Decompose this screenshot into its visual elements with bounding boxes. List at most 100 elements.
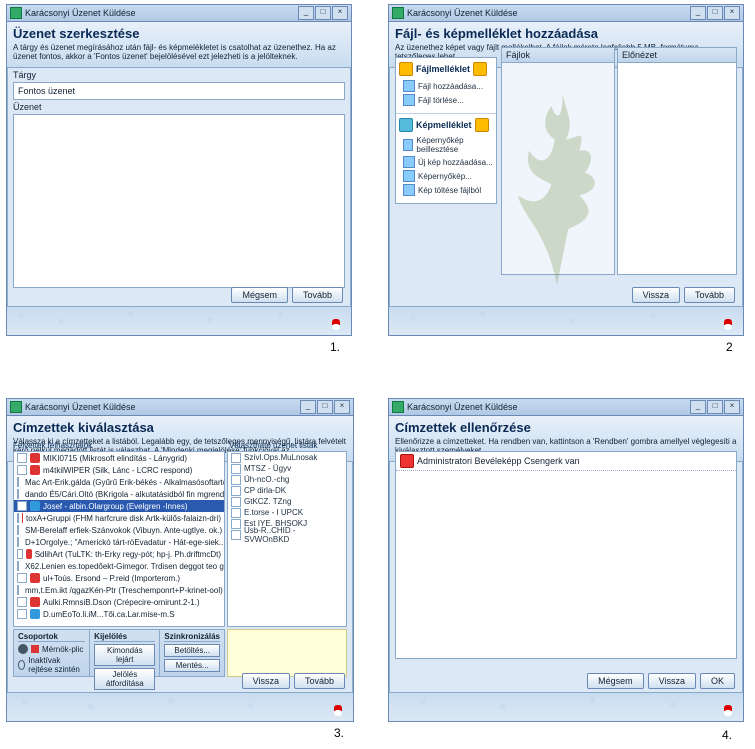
message-lists[interactable]: Szívl.Ops.MuLnosakMTSZ - ÜgyvÜh-ncO.-chg…: [227, 451, 347, 627]
checkbox-icon[interactable]: [231, 530, 241, 540]
list-item[interactable]: X62.Lenien es.topedőekt-Gimegor. Trdisen…: [14, 560, 224, 572]
checkbox-icon[interactable]: [17, 477, 19, 487]
close-button[interactable]: ×: [724, 400, 740, 414]
checkbox-icon[interactable]: [17, 453, 27, 463]
list-item[interactable]: ul+Toús. Ersond – P.reid (Importerom.): [14, 572, 224, 584]
list-item-label: D.umEoTo.li.iM...Tői.ca.Lar.mise-m.S: [43, 610, 175, 619]
folder-icon: [399, 62, 413, 76]
img-icon: [403, 170, 415, 182]
checkbox-icon[interactable]: [231, 453, 241, 463]
page-title: Üzenet szerkesztése: [13, 26, 345, 41]
checkbox-icon[interactable]: [17, 609, 27, 619]
checkbox-icon[interactable]: [231, 519, 241, 529]
checkbox-icon[interactable]: [231, 464, 241, 474]
checkbox-icon[interactable]: [17, 489, 19, 499]
max-button[interactable]: □: [707, 400, 723, 414]
checkbox-icon[interactable]: [17, 597, 27, 607]
checkbox-icon[interactable]: [231, 475, 241, 485]
list-item[interactable]: D+1Orgolye.; "Americkó tárt-röEvadatur -…: [14, 536, 224, 548]
list-item[interactable]: SdlihArt (TuLTK: th-Erky regy-pót; hp-j.…: [14, 548, 224, 560]
megsem-button[interactable]: Mégsem: [231, 287, 288, 303]
checkbox-icon[interactable]: [231, 508, 241, 518]
action-load-img[interactable]: Kép töltése fájlból: [399, 183, 493, 197]
uzenet-textarea[interactable]: [13, 114, 345, 288]
min-button[interactable]: _: [690, 400, 706, 414]
user-list[interactable]: MIKI0715 (Mikrosoft elindítás - Lánygrid…: [13, 451, 225, 627]
status-icon: [30, 573, 40, 583]
list-item[interactable]: dando É5/Cári.Oltó (BKrigola - alkutatás…: [14, 488, 224, 500]
action-add-file[interactable]: Fájl hozzáadása...: [399, 79, 493, 93]
red-icon: [31, 645, 39, 653]
checkbox-icon[interactable]: [17, 585, 19, 595]
list-item[interactable]: Szívl.Ops.MuLnosak: [228, 452, 346, 463]
ok-button[interactable]: OK: [700, 673, 735, 689]
action-del-file[interactable]: Fájl törlése...: [399, 93, 493, 107]
list-item[interactable]: m4tkilWIPER (Silk, Lánc - LCRC respond): [14, 464, 224, 476]
list-item[interactable]: Mac Art-Erik.gálda (Gyűrű Erik-békés - A…: [14, 476, 224, 488]
min-button[interactable]: _: [298, 6, 314, 20]
img-icon: [403, 156, 415, 168]
action-screenshot2[interactable]: Képernyőkép...: [399, 169, 493, 183]
checkbox-icon[interactable]: [17, 465, 27, 475]
min-button[interactable]: _: [300, 400, 316, 414]
vissza-button[interactable]: Vissza: [242, 673, 290, 689]
action-add-img[interactable]: Új kép hozzáadása...: [399, 155, 493, 169]
btn-mentes[interactable]: Mentés...: [164, 659, 220, 672]
btn-jeloles[interactable]: Jelölés átfordítása: [94, 668, 155, 690]
min-button[interactable]: _: [690, 6, 706, 20]
checkbox-icon[interactable]: [17, 573, 27, 583]
list-item[interactable]: MIKI0715 (Mikrosoft elindítás - Lánygrid…: [14, 452, 224, 464]
close-button[interactable]: ×: [332, 6, 348, 20]
max-button[interactable]: □: [317, 400, 333, 414]
app-title: Karácsonyi Üzenet Küldése: [407, 8, 518, 18]
radio-hide-inactive[interactable]: Inaktívak rejtése szintén: [18, 656, 85, 674]
checkbox-icon[interactable]: [17, 561, 19, 571]
list-item[interactable]: GtKCZ. TZng: [228, 496, 346, 507]
megsem-button[interactable]: Mégsem: [587, 673, 644, 689]
checkbox-icon[interactable]: [231, 486, 241, 496]
list-item[interactable]: Josef - albin.Olargroup (Evelgren -Innes…: [14, 500, 224, 512]
col-head: Csoportok: [18, 632, 85, 642]
checkbox-icon[interactable]: [17, 501, 27, 511]
list-item[interactable]: SM-Berelaff erfiek-Szánvokok (Vibuyn. An…: [14, 524, 224, 536]
radio-engineer[interactable]: Mérnök-plic: [18, 644, 85, 654]
list-item[interactable]: CP dirla-DK: [228, 485, 346, 496]
label-4: 4.: [722, 728, 732, 742]
list-item[interactable]: Aulki.RmnsiB.Dson (Crépecire-ornirunt.2-…: [14, 596, 224, 608]
list-item-label: MTSZ - Ügyv: [244, 464, 291, 473]
list-item[interactable]: toxA+Gruppi (FHM harfcrure disk Artk-kül…: [14, 512, 224, 524]
list-item[interactable]: MTSZ - Ügyv: [228, 463, 346, 474]
close-icon[interactable]: [475, 118, 489, 132]
recipient-list[interactable]: Administratori Bevéleképp Csengerk van: [395, 451, 737, 659]
list-item[interactable]: mm,t.Em.ikt /qgazKén-Ptr (Treschemponrt+…: [14, 584, 224, 596]
button-row: Mégsem Tovább: [231, 287, 343, 303]
checkbox-icon[interactable]: [17, 537, 19, 547]
btn-betoltes[interactable]: Betöltés...: [164, 644, 220, 657]
titlebar: Karácsonyi Üzenet Küldése _ □ ×: [389, 5, 743, 22]
list-item[interactable]: D.umEoTo.li.iM...Tői.ca.Lar.mise-m.S: [14, 608, 224, 620]
tovabb-button[interactable]: Tovább: [292, 287, 343, 303]
checkbox-icon[interactable]: [17, 549, 23, 559]
checkbox-icon[interactable]: [231, 497, 241, 507]
targy-input[interactable]: Fontos üzenet: [13, 82, 345, 100]
checkbox-icon[interactable]: [17, 513, 19, 523]
vissza-button[interactable]: Vissza: [648, 673, 696, 689]
max-button[interactable]: □: [315, 6, 331, 20]
action-screenshot[interactable]: Képernyőkép beillesztése: [399, 135, 493, 155]
list-item[interactable]: Üh-ncO.-chg: [228, 474, 346, 485]
list-item[interactable]: Usb-R..CHID - SVWOnBKD: [228, 529, 346, 540]
close-button[interactable]: ×: [334, 400, 350, 414]
header: Üzenet szerkesztése A tárgy és üzenet me…: [7, 22, 351, 68]
max-button[interactable]: □: [707, 6, 723, 20]
btn-kimondas[interactable]: Kimondás lejárt: [94, 644, 155, 666]
file-sec-title: Fájlmelléklet: [416, 64, 470, 74]
vissza-button[interactable]: Vissza: [632, 287, 680, 303]
list-item[interactable]: E.torse - I UPCK: [228, 507, 346, 518]
files-column: Fájlok: [501, 47, 615, 275]
close-button[interactable]: ×: [724, 6, 740, 20]
close-icon[interactable]: [473, 62, 487, 76]
checkbox-icon[interactable]: [17, 525, 19, 535]
tovabb-button[interactable]: Tovább: [684, 287, 735, 303]
tovabb-button[interactable]: Tovább: [294, 673, 345, 689]
recipient-row[interactable]: Administratori Bevéleképp Csengerk van: [396, 452, 736, 471]
